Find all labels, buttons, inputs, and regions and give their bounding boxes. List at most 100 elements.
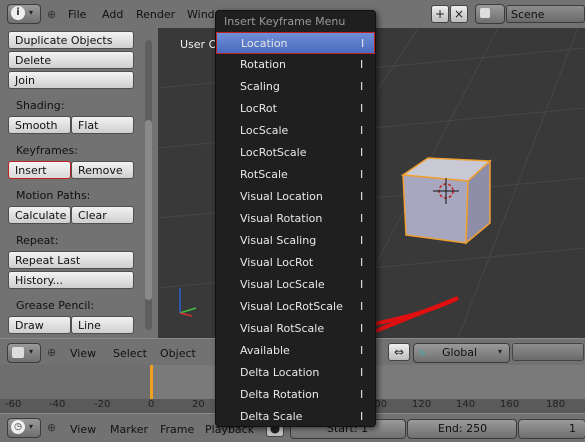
clear-button[interactable]: Clear — [71, 206, 134, 224]
menu-item[interactable]: Visual LocRot I — [216, 252, 375, 274]
scene-selector-button[interactable] — [475, 4, 505, 24]
duplicate-objects-button[interactable]: Duplicate Objects — [8, 31, 134, 49]
menu-item-shortcut: I — [360, 234, 364, 247]
menu-item-shortcut: I — [360, 58, 364, 71]
menu-item[interactable]: LocRotScale I — [216, 142, 375, 164]
axis-icon: ⊾ — [419, 347, 428, 358]
menu-item[interactable]: Visual Scaling I — [216, 230, 375, 252]
ruler-tick: 140 — [456, 399, 476, 410]
transform-manipulator-icon[interactable]: ⇔ — [388, 343, 410, 361]
menu-marker[interactable]: Marker — [110, 423, 148, 436]
menu-item[interactable]: LocScale I — [216, 120, 375, 142]
menu-file[interactable]: File — [68, 8, 86, 21]
menu-item-shortcut: I — [360, 212, 364, 225]
menu-item[interactable]: Visual Rotation I — [216, 208, 375, 230]
ruler-tick: 180 — [546, 399, 566, 410]
menu-item-shortcut: I — [360, 102, 364, 115]
ruler-tick: 20 — [192, 399, 205, 410]
menu-item[interactable]: Scaling I — [216, 76, 375, 98]
menu-item-label: LocRot — [240, 102, 277, 115]
editor-type-button-timeline[interactable]: ◷ ▾ — [7, 418, 41, 438]
menu-render[interactable]: Render — [136, 8, 175, 21]
menu-select[interactable]: Select — [113, 347, 147, 360]
collapse-icon[interactable]: ⊕ — [47, 346, 56, 359]
delete-button[interactable]: Delete — [8, 51, 134, 69]
menu-frame[interactable]: Frame — [160, 423, 194, 436]
menu-item[interactable]: RotScale I — [216, 164, 375, 186]
remove-keyframe-button[interactable]: Remove — [71, 161, 134, 179]
orientation-dropdown[interactable]: ⊾ Global ▾ — [413, 343, 510, 363]
chevron-down-icon: ▾ — [498, 347, 503, 356]
join-button[interactable]: Join — [8, 71, 134, 89]
calculate-button[interactable]: Calculate — [8, 206, 71, 224]
cube-icon — [12, 347, 24, 358]
insert-keyframe-button[interactable]: Insert — [8, 161, 71, 179]
menu-item-label: Visual LocRot — [240, 256, 314, 269]
menu-view[interactable]: View — [70, 347, 96, 360]
menu-item-shortcut: I — [360, 168, 364, 181]
ruler-tick: 120 — [412, 399, 432, 410]
menu-item-label: Visual Rotation — [240, 212, 323, 225]
menu-item-label: Visual Scaling — [240, 234, 317, 247]
menu-object[interactable]: Object — [160, 347, 196, 360]
orientation-value: Global — [442, 346, 478, 359]
end-frame-field[interactable]: End: 250 — [407, 419, 517, 439]
menu-item-shortcut: I — [360, 388, 364, 401]
clock-icon: ◷ — [11, 420, 25, 434]
ruler-tick: -60 — [5, 399, 22, 410]
shelf-scrollbar-thumb[interactable] — [145, 120, 152, 300]
menu-item[interactable]: Delta Rotation I — [216, 384, 375, 406]
menu-item-label: Delta Rotation — [240, 388, 319, 401]
grease-pencil-label: Grease Pencil: — [16, 299, 95, 312]
menu-item-shortcut: I — [360, 190, 364, 203]
editor-type-button-3d[interactable]: ▾ — [7, 343, 41, 363]
current-frame-field[interactable]: 1 — [518, 419, 585, 439]
draw-button[interactable]: Draw — [8, 316, 71, 334]
flat-button[interactable]: Flat — [71, 116, 134, 134]
menu-item-shortcut: I — [361, 37, 365, 50]
menu-item-shortcut: I — [360, 322, 364, 335]
insert-keyframe-menu: Insert Keyframe Menu Location I Rotation I S… — [215, 10, 376, 427]
menu-item-label: Delta Scale — [240, 410, 303, 423]
menu-add[interactable]: Add — [102, 8, 123, 21]
menu-item-shortcut: I — [360, 366, 364, 379]
info-icon: i — [11, 6, 25, 20]
menu-item-shortcut: I — [360, 410, 364, 423]
add-scene-icon[interactable]: + — [431, 5, 449, 23]
menu-item-label: Scaling — [240, 80, 280, 93]
menu-item[interactable]: Delta Location I — [216, 362, 375, 384]
chevron-down-icon: ▾ — [29, 422, 34, 431]
menu-item[interactable]: Visual LocRotScale I — [216, 296, 375, 318]
end-frame-value: End: 250 — [438, 422, 488, 435]
menu-item-shortcut: I — [360, 256, 364, 269]
keyframes-label: Keyframes: — [16, 144, 78, 157]
menu-item[interactable]: Rotation I — [216, 54, 375, 76]
menu-item[interactable]: Visual RotScale I — [216, 318, 375, 340]
menu-item-label: Location — [241, 37, 288, 50]
smooth-button[interactable]: Smooth — [8, 116, 71, 134]
menu-item-shortcut: I — [360, 278, 364, 291]
layer-buttons[interactable] — [512, 343, 584, 361]
shading-label: Shading: — [16, 99, 65, 112]
repeat-last-button[interactable]: Repeat Last — [8, 251, 134, 269]
menu-item-label: Visual RotScale — [240, 322, 325, 335]
menu-item[interactable]: Available I — [216, 340, 375, 362]
menu-item-label: LocRotScale — [240, 146, 307, 159]
menu-item[interactable]: Delta Scale I — [216, 406, 375, 428]
menu-item-label: Visual Location — [240, 190, 323, 203]
collapse-icon[interactable]: ⊕ — [47, 421, 56, 434]
collapse-icon[interactable]: ⊕ — [47, 8, 56, 21]
menu-item-label: Visual LocRotScale — [240, 300, 343, 313]
delete-scene-icon[interactable]: × — [450, 5, 468, 23]
editor-type-button[interactable]: i ▾ — [7, 4, 41, 24]
ruler-tick: 160 — [500, 399, 520, 410]
menu-item[interactable]: LocRot I — [216, 98, 375, 120]
menu-item[interactable]: Visual LocScale I — [216, 274, 375, 296]
menu-item-shortcut: I — [360, 124, 364, 137]
line-button[interactable]: Line — [71, 316, 134, 334]
scene-name-field[interactable]: Scene — [506, 5, 585, 23]
menu-item[interactable]: Visual Location I — [216, 186, 375, 208]
history-button[interactable]: History... — [8, 271, 134, 289]
menu-item[interactable]: Location I — [216, 32, 375, 54]
menu-view-timeline[interactable]: View — [70, 423, 96, 436]
